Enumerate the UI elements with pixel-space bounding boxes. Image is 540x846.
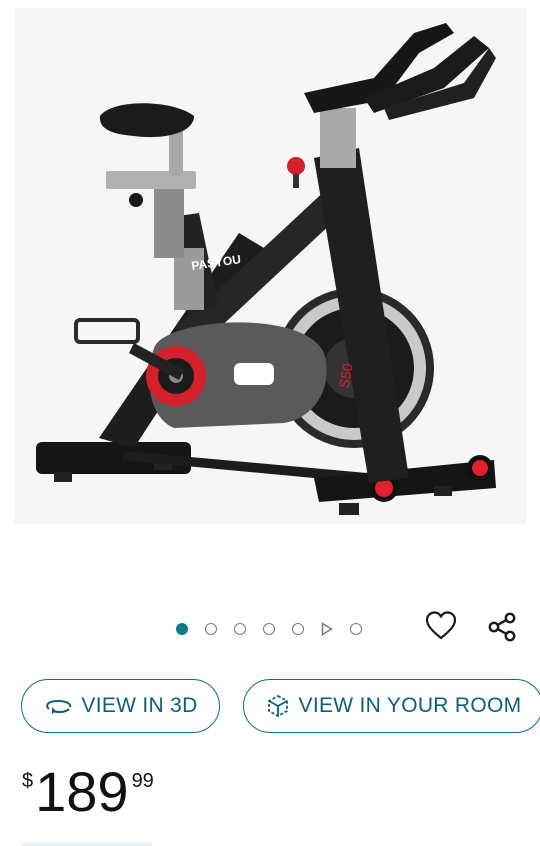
share-button[interactable] xyxy=(486,611,518,643)
carousel-dot-4[interactable] xyxy=(263,623,275,635)
view-in-3d-label: VIEW IN 3D xyxy=(81,694,198,717)
add-to-list-button[interactable] xyxy=(424,609,458,643)
view-in-your-room-label: VIEW IN YOUR ROOM xyxy=(298,694,522,717)
image-carousel-indicators xyxy=(176,620,379,638)
price-currency-symbol: $ xyxy=(22,770,34,792)
product-image[interactable]: PASYOU S50 xyxy=(14,8,526,524)
carousel-dot-2[interactable] xyxy=(205,623,217,635)
heart-icon xyxy=(425,611,457,640)
video-play-icon[interactable] xyxy=(321,622,333,636)
next-section-hint xyxy=(22,842,152,846)
share-icon xyxy=(488,612,516,642)
view-in-3d-button[interactable]: VIEW IN 3D xyxy=(21,679,220,733)
carousel-dot-6[interactable] xyxy=(350,623,362,635)
carousel-dot-1[interactable] xyxy=(176,623,188,635)
carousel-dot-3[interactable] xyxy=(234,623,246,635)
carousel-dot-5[interactable] xyxy=(292,623,304,635)
view-in-your-room-button[interactable]: VIEW IN YOUR ROOM xyxy=(243,679,540,733)
price-whole: 189 xyxy=(35,760,129,823)
ar-cube-icon xyxy=(267,694,288,718)
rotate-3d-icon xyxy=(46,699,72,714)
price-fraction: 99 xyxy=(131,770,154,792)
exercise-bike-illustration: PASYOU S50 xyxy=(14,8,526,524)
price: $ 189 99 xyxy=(22,760,154,824)
